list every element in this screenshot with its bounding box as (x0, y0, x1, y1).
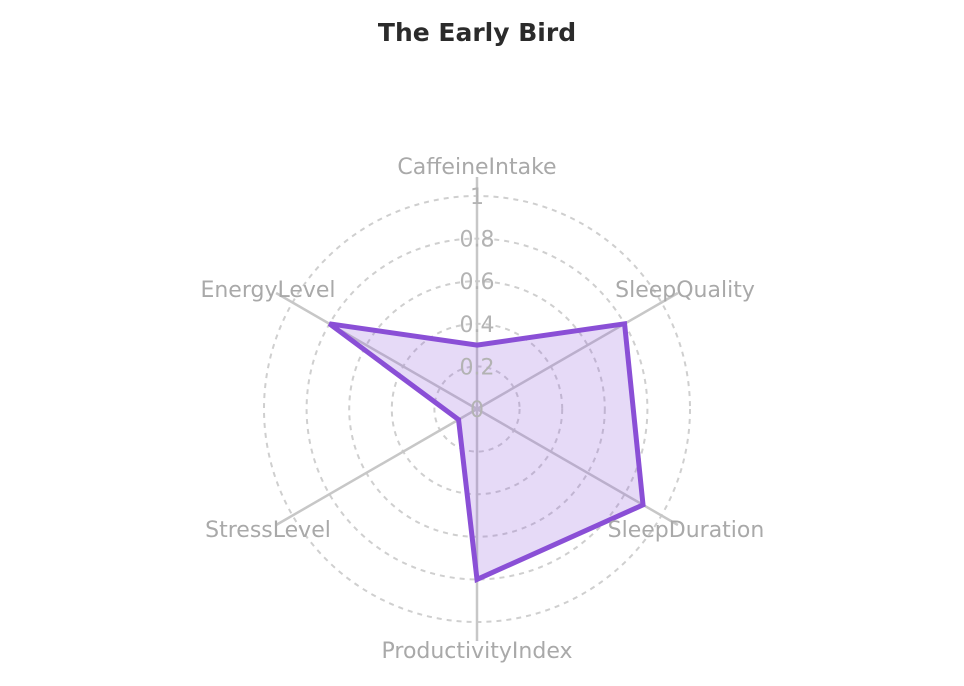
axis-spoke-StressLevel (275, 407, 478, 527)
axis-label-StressLevel: StressLevel (205, 518, 331, 543)
tick-label-0.8: 0.8 (460, 228, 495, 253)
tick-label-0.6: 0.6 (460, 270, 495, 295)
axis-label-ProductivityIndex: ProductivityIndex (382, 639, 573, 664)
axis-label-CaffeineIntake: CaffeineIntake (397, 155, 556, 180)
tick-label-1: 1 (470, 185, 484, 210)
axis-label-SleepQuality: SleepQuality (615, 278, 755, 303)
axis-label-SleepDuration: SleepDuration (608, 518, 765, 543)
tick-label-0.4: 0.4 (460, 313, 495, 338)
tick-label-0.2: 0.2 (460, 355, 495, 380)
axis-label-EnergyLevel: EnergyLevel (200, 278, 335, 303)
tick-label-0: 0 (470, 398, 484, 423)
radar-chart: 0 0.2 0.4 0.6 0.8 1 CaffeineIntake SleepQualit… (200, 155, 765, 664)
